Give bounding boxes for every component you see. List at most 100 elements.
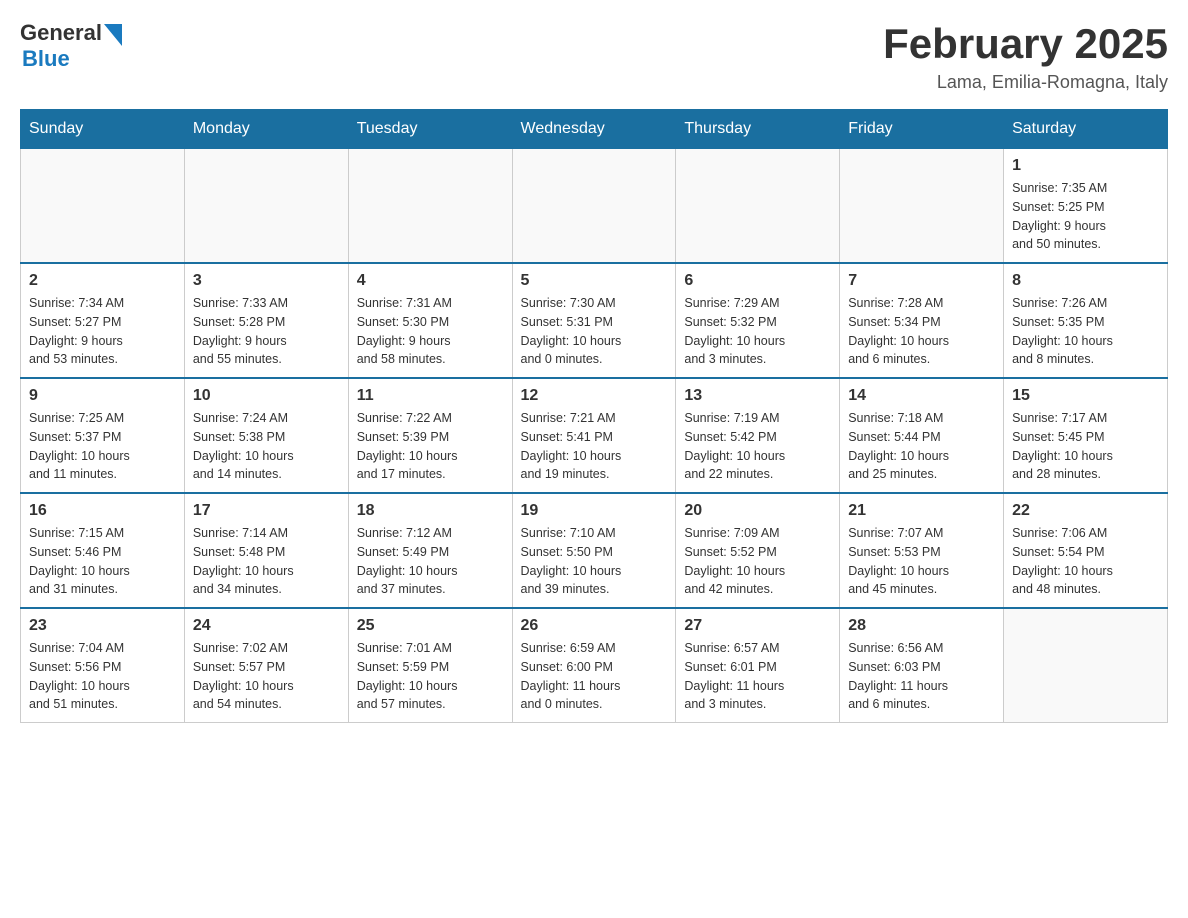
page-header: General Blue February 2025 Lama, Emilia-…: [20, 20, 1168, 93]
calendar-day-cell: [348, 149, 512, 264]
calendar-day-cell: 19Sunrise: 7:10 AM Sunset: 5:50 PM Dayli…: [512, 493, 676, 608]
day-of-week-header: Tuesday: [348, 110, 512, 149]
day-info: Sunrise: 7:10 AM Sunset: 5:50 PM Dayligh…: [521, 524, 668, 599]
day-info: Sunrise: 7:07 AM Sunset: 5:53 PM Dayligh…: [848, 524, 995, 599]
day-number: 13: [684, 387, 831, 405]
calendar-day-cell: 17Sunrise: 7:14 AM Sunset: 5:48 PM Dayli…: [184, 493, 348, 608]
day-info: Sunrise: 7:28 AM Sunset: 5:34 PM Dayligh…: [848, 294, 995, 369]
calendar-title: February 2025: [883, 20, 1168, 68]
calendar-day-cell: [512, 149, 676, 264]
day-number: 21: [848, 502, 995, 520]
calendar-day-cell: 1Sunrise: 7:35 AM Sunset: 5:25 PM Daylig…: [1004, 149, 1168, 264]
calendar-day-cell: 6 Sunrise: 7:29 AM Sunset: 5:32 PM Daylig…: [676, 263, 840, 378]
calendar-day-cell: [184, 149, 348, 264]
calendar-day-cell: 11 Sunrise: 7:22 AM Sunset: 5:39 PM Dayli…: [348, 378, 512, 493]
day-number: 11: [357, 387, 504, 405]
day-number: 28: [848, 617, 995, 635]
day-info: Sunrise: 7:19 AM Sunset: 5:42 PM Dayligh…: [684, 409, 831, 484]
day-of-week-header: Thursday: [676, 110, 840, 149]
day-info: Sunrise: 7:34 AM Sunset: 5:27 PM Dayligh…: [29, 294, 176, 369]
day-number: 15: [1012, 387, 1159, 405]
title-block: February 2025 Lama, Emilia-Romagna, Ital…: [883, 20, 1168, 93]
day-info: Sunrise: 6:59 AM Sunset: 6:00 PM Dayligh…: [521, 639, 668, 714]
day-info: Sunrise: 6:57 AM Sunset: 6:01 PM Dayligh…: [684, 639, 831, 714]
calendar-day-cell: [676, 149, 840, 264]
day-info: Sunrise: 7:25 AM Sunset: 5:37 PM Dayligh…: [29, 409, 176, 484]
day-info: Sunrise: 7:22 AM Sunset: 5:39 PM Dayligh…: [357, 409, 504, 484]
calendar-day-cell: 15 Sunrise: 7:17 AM Sunset: 5:45 PM Dayli…: [1004, 378, 1168, 493]
day-number: 7: [848, 272, 995, 290]
calendar-day-cell: 20Sunrise: 7:09 AM Sunset: 5:52 PM Dayli…: [676, 493, 840, 608]
day-number: 2: [29, 272, 176, 290]
calendar-day-cell: 23 Sunrise: 7:04 AM Sunset: 5:56 PM Dayli…: [21, 608, 185, 723]
calendar-header-row: SundayMondayTuesdayWednesdayThursdayFrid…: [21, 110, 1168, 149]
calendar-day-cell: [1004, 608, 1168, 723]
calendar-day-cell: 18 Sunrise: 7:12 AM Sunset: 5:49 PM Dayli…: [348, 493, 512, 608]
day-info: Sunrise: 7:33 AM Sunset: 5:28 PM Dayligh…: [193, 294, 340, 369]
day-number: 16: [29, 502, 176, 520]
calendar-week-row: 9Sunrise: 7:25 AM Sunset: 5:37 PM Daylig…: [21, 378, 1168, 493]
calendar-day-cell: 5 Sunrise: 7:30 AM Sunset: 5:31 PM Daylig…: [512, 263, 676, 378]
day-number: 24: [193, 617, 340, 635]
day-number: 4: [357, 272, 504, 290]
day-info: Sunrise: 7:06 AM Sunset: 5:54 PM Dayligh…: [1012, 524, 1159, 599]
calendar-day-cell: 27 Sunrise: 6:57 AM Sunset: 6:01 PM Dayli…: [676, 608, 840, 723]
day-number: 12: [521, 387, 668, 405]
day-of-week-header: Wednesday: [512, 110, 676, 149]
logo-general-text: General: [20, 20, 102, 46]
day-info: Sunrise: 7:29 AM Sunset: 5:32 PM Dayligh…: [684, 294, 831, 369]
calendar-day-cell: 25 Sunrise: 7:01 AM Sunset: 5:59 PM Dayli…: [348, 608, 512, 723]
day-info: Sunrise: 7:31 AM Sunset: 5:30 PM Dayligh…: [357, 294, 504, 369]
day-info: Sunrise: 7:02 AM Sunset: 5:57 PM Dayligh…: [193, 639, 340, 714]
day-number: 6: [684, 272, 831, 290]
day-number: 25: [357, 617, 504, 635]
day-info: Sunrise: 7:21 AM Sunset: 5:41 PM Dayligh…: [521, 409, 668, 484]
day-of-week-header: Sunday: [21, 110, 185, 149]
day-of-week-header: Monday: [184, 110, 348, 149]
calendar-week-row: 23 Sunrise: 7:04 AM Sunset: 5:56 PM Dayli…: [21, 608, 1168, 723]
calendar-day-cell: 12 Sunrise: 7:21 AM Sunset: 5:41 PM Dayli…: [512, 378, 676, 493]
calendar-day-cell: 7 Sunrise: 7:28 AM Sunset: 5:34 PM Daylig…: [840, 263, 1004, 378]
day-info: Sunrise: 7:26 AM Sunset: 5:35 PM Dayligh…: [1012, 294, 1159, 369]
calendar-day-cell: 3 Sunrise: 7:33 AM Sunset: 5:28 PM Daylig…: [184, 263, 348, 378]
day-info: Sunrise: 7:12 AM Sunset: 5:49 PM Dayligh…: [357, 524, 504, 599]
day-number: 3: [193, 272, 340, 290]
day-info: Sunrise: 7:17 AM Sunset: 5:45 PM Dayligh…: [1012, 409, 1159, 484]
day-info: Sunrise: 7:04 AM Sunset: 5:56 PM Dayligh…: [29, 639, 176, 714]
day-info: Sunrise: 7:14 AM Sunset: 5:48 PM Dayligh…: [193, 524, 340, 599]
calendar-day-cell: 22Sunrise: 7:06 AM Sunset: 5:54 PM Dayli…: [1004, 493, 1168, 608]
day-number: 1: [1012, 157, 1159, 175]
day-info: Sunrise: 7:30 AM Sunset: 5:31 PM Dayligh…: [521, 294, 668, 369]
calendar-day-cell: 9Sunrise: 7:25 AM Sunset: 5:37 PM Daylig…: [21, 378, 185, 493]
calendar-day-cell: 24 Sunrise: 7:02 AM Sunset: 5:57 PM Dayli…: [184, 608, 348, 723]
calendar-day-cell: 2 Sunrise: 7:34 AM Sunset: 5:27 PM Daylig…: [21, 263, 185, 378]
calendar-day-cell: 10Sunrise: 7:24 AM Sunset: 5:38 PM Dayli…: [184, 378, 348, 493]
calendar-week-row: 1Sunrise: 7:35 AM Sunset: 5:25 PM Daylig…: [21, 149, 1168, 264]
day-number: 18: [357, 502, 504, 520]
calendar-day-cell: 21 Sunrise: 7:07 AM Sunset: 5:53 PM Dayli…: [840, 493, 1004, 608]
day-info: Sunrise: 7:18 AM Sunset: 5:44 PM Dayligh…: [848, 409, 995, 484]
calendar-week-row: 16Sunrise: 7:15 AM Sunset: 5:46 PM Dayli…: [21, 493, 1168, 608]
logo-blue-text: Blue: [22, 46, 70, 71]
day-number: 5: [521, 272, 668, 290]
calendar-day-cell: [21, 149, 185, 264]
day-info: Sunrise: 7:01 AM Sunset: 5:59 PM Dayligh…: [357, 639, 504, 714]
calendar-day-cell: 16Sunrise: 7:15 AM Sunset: 5:46 PM Dayli…: [21, 493, 185, 608]
calendar-week-row: 2 Sunrise: 7:34 AM Sunset: 5:27 PM Daylig…: [21, 263, 1168, 378]
calendar-day-cell: 28 Sunrise: 6:56 AM Sunset: 6:03 PM Dayli…: [840, 608, 1004, 723]
day-info: Sunrise: 6:56 AM Sunset: 6:03 PM Dayligh…: [848, 639, 995, 714]
logo-triangle-icon: [104, 24, 122, 46]
day-of-week-header: Saturday: [1004, 110, 1168, 149]
day-number: 10: [193, 387, 340, 405]
calendar-day-cell: [840, 149, 1004, 264]
day-number: 27: [684, 617, 831, 635]
day-info: Sunrise: 7:09 AM Sunset: 5:52 PM Dayligh…: [684, 524, 831, 599]
logo: General Blue: [20, 20, 122, 72]
day-number: 26: [521, 617, 668, 635]
calendar-subtitle: Lama, Emilia-Romagna, Italy: [883, 72, 1168, 93]
day-number: 14: [848, 387, 995, 405]
calendar-day-cell: 13 Sunrise: 7:19 AM Sunset: 5:42 PM Dayli…: [676, 378, 840, 493]
calendar-day-cell: 26 Sunrise: 6:59 AM Sunset: 6:00 PM Dayli…: [512, 608, 676, 723]
calendar-table: SundayMondayTuesdayWednesdayThursdayFrid…: [20, 109, 1168, 723]
day-number: 23: [29, 617, 176, 635]
